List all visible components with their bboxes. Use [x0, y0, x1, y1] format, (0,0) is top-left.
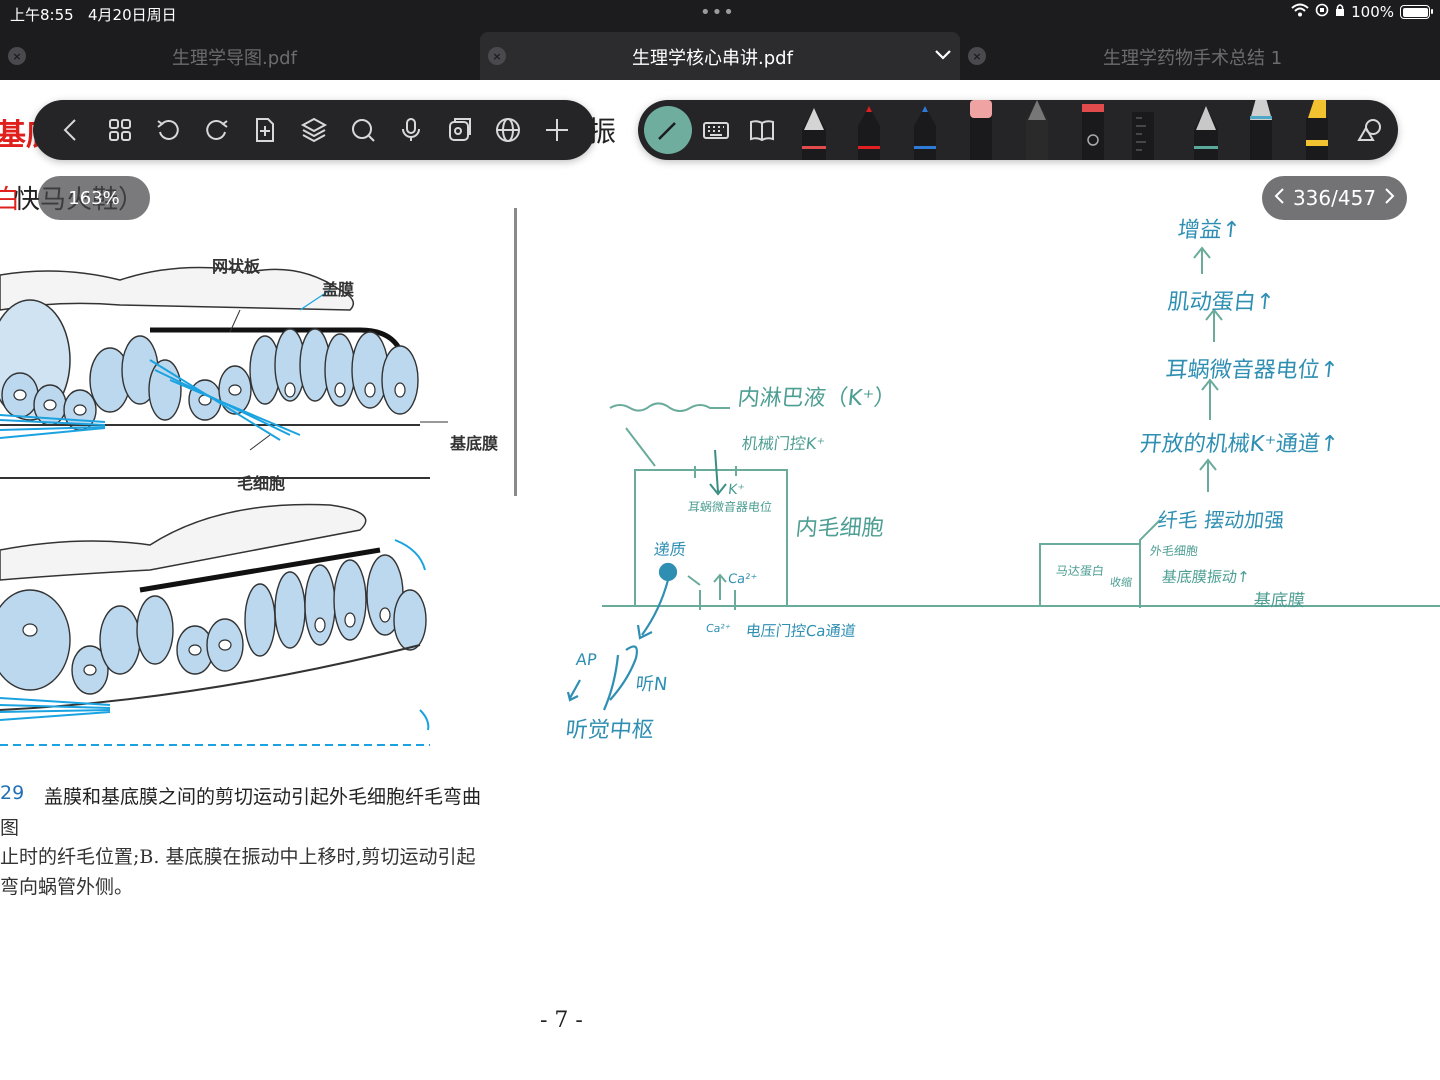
- blue-pen-icon: [914, 106, 936, 160]
- close-tab-icon[interactable]: ×: [8, 47, 26, 65]
- caption-line: 弯向蜗管外侧。: [0, 876, 134, 898]
- note-k-plus: K⁺: [727, 482, 746, 498]
- label-basilar: 基底膜: [450, 434, 499, 453]
- grid-icon[interactable]: [96, 108, 145, 152]
- layers-icon[interactable]: [290, 108, 339, 152]
- caption-line: 图: [0, 817, 20, 839]
- note-mech-gated: 机械门控K⁺: [740, 434, 826, 453]
- note-ap: AP: [575, 650, 598, 669]
- note-open-channels: 开放的机械K⁺通道↑: [1138, 432, 1340, 457]
- note-transmitter: 递质: [652, 540, 687, 559]
- top-bar: 上午8:55 4月20日周日 ••• 100% × 生理学导图.pdf × 生理…: [0, 0, 1440, 80]
- fountain-pen-icon: [802, 108, 826, 160]
- note-basilar-membrane: 基底膜: [1252, 591, 1306, 611]
- search-icon[interactable]: [338, 108, 387, 152]
- figure-panel-b: [0, 503, 430, 746]
- note-prestin: 马达蛋白: [1055, 564, 1105, 578]
- laser-pointer-icon: [1082, 104, 1104, 160]
- tab-title: 生理学药物手术总结 1: [1103, 48, 1283, 69]
- undo-icon[interactable]: [144, 108, 193, 152]
- pink-eraser-icon: [970, 100, 992, 160]
- label-reticular: 网状板: [212, 257, 261, 276]
- note-mic-potential: 耳蜗微音器电位↑: [1164, 358, 1340, 383]
- battery-percent: 100%: [1351, 3, 1394, 21]
- multitasking-dots[interactable]: •••: [700, 2, 735, 23]
- back-icon[interactable]: [47, 108, 96, 152]
- note-inner-hair-cell: 内毛细胞: [794, 516, 886, 541]
- label-hair-cell: 毛细胞: [237, 474, 286, 493]
- chevron-left-icon[interactable]: [1273, 186, 1285, 210]
- note-auditory-nerve: 听N: [634, 674, 669, 695]
- shapes-icon[interactable]: [1350, 110, 1390, 150]
- note-endolymph: 内淋巴液（K⁺）: [736, 386, 898, 411]
- microphone-icon[interactable]: [387, 108, 436, 152]
- pdf-page[interactable]: 基底 振 白 快马火鞋）: [0, 80, 1440, 1080]
- note-ca-2: Ca²⁺: [705, 622, 732, 635]
- note-contract: 收缩: [1109, 576, 1133, 589]
- pencil-icon: [1026, 100, 1048, 160]
- note-motor-protein: 肌动蛋白↑: [1166, 290, 1276, 315]
- stickers-icon[interactable]: [435, 108, 484, 152]
- note-auditory-center: 听觉中枢: [564, 718, 656, 743]
- book-icon[interactable]: [742, 110, 782, 150]
- figure-panel-a: [0, 266, 448, 479]
- status-indicators: 100%: [1291, 3, 1433, 21]
- note-cilia-swing: 纤毛 摆动加强: [1156, 508, 1286, 532]
- cochlea-figure: [0, 266, 448, 746]
- zoom-indicator: 163%: [38, 176, 150, 220]
- battery-icon: [1400, 5, 1433, 19]
- note-voltage-gated: 电压门控Ca通道: [745, 622, 857, 640]
- note-ca: Ca²⁺: [727, 572, 758, 587]
- page-navigator[interactable]: 336/457: [1262, 176, 1407, 220]
- keyboard-icon[interactable]: [696, 110, 736, 150]
- chevron-right-icon[interactable]: [1384, 186, 1396, 210]
- ruler-icon: [1132, 112, 1154, 160]
- redo-icon[interactable]: [193, 108, 242, 152]
- caption-line: 止时的纤毛位置;B. 基底膜在振动中上移时,剪切运动引起: [0, 846, 476, 868]
- tab-title: 生理学核心串讲.pdf: [632, 48, 793, 69]
- note-outer-hair-cell: 外毛细胞: [1149, 544, 1199, 558]
- note-gain: 增益↑: [1176, 218, 1242, 243]
- tab-daotu[interactable]: × 生理学导图.pdf: [0, 32, 480, 80]
- plus-icon[interactable]: [532, 108, 581, 152]
- chevron-down-icon[interactable]: [934, 46, 952, 65]
- globe-icon[interactable]: [484, 108, 533, 152]
- pen-icon[interactable]: [644, 106, 692, 154]
- close-tab-icon[interactable]: ×: [488, 47, 506, 65]
- page-number: - 7 -: [540, 1008, 583, 1033]
- status-time: 上午8:55 4月20日周日: [10, 6, 177, 24]
- tab-title: 生理学导图.pdf: [172, 48, 297, 69]
- lock-icon: [1335, 3, 1345, 21]
- caption-title: 盖膜和基底膜之间的剪切运动引起外毛细胞纤毛弯曲: [44, 786, 482, 808]
- close-tab-icon[interactable]: ×: [968, 47, 986, 65]
- note-receptor-potential: 耳蜗微音器电位: [687, 500, 773, 514]
- red-pen-icon: [858, 106, 880, 160]
- yellow-highlighter-icon: [1306, 100, 1328, 160]
- tab-hexin[interactable]: × 生理学核心串讲.pdf: [480, 32, 960, 80]
- wifi-icon: [1291, 3, 1309, 21]
- navigation-toolbar: [33, 100, 595, 160]
- note-basilar-vibration: 基底膜振动↑: [1161, 568, 1251, 586]
- orientation-lock-icon: [1315, 3, 1329, 21]
- page-indicator: 336/457: [1292, 186, 1377, 210]
- drawing-tools[interactable]: [798, 100, 1388, 160]
- label-tectorial: 盖膜: [322, 280, 355, 299]
- teal-highlighter-icon: [1250, 100, 1272, 160]
- caption-number: 29: [0, 782, 25, 804]
- tab-yaowu[interactable]: × 生理学药物手术总结 1: [960, 32, 1440, 80]
- drawing-toolbar: [638, 100, 1398, 160]
- add-page-icon[interactable]: [241, 108, 290, 152]
- teal-fountain-pen-icon: [1194, 106, 1218, 160]
